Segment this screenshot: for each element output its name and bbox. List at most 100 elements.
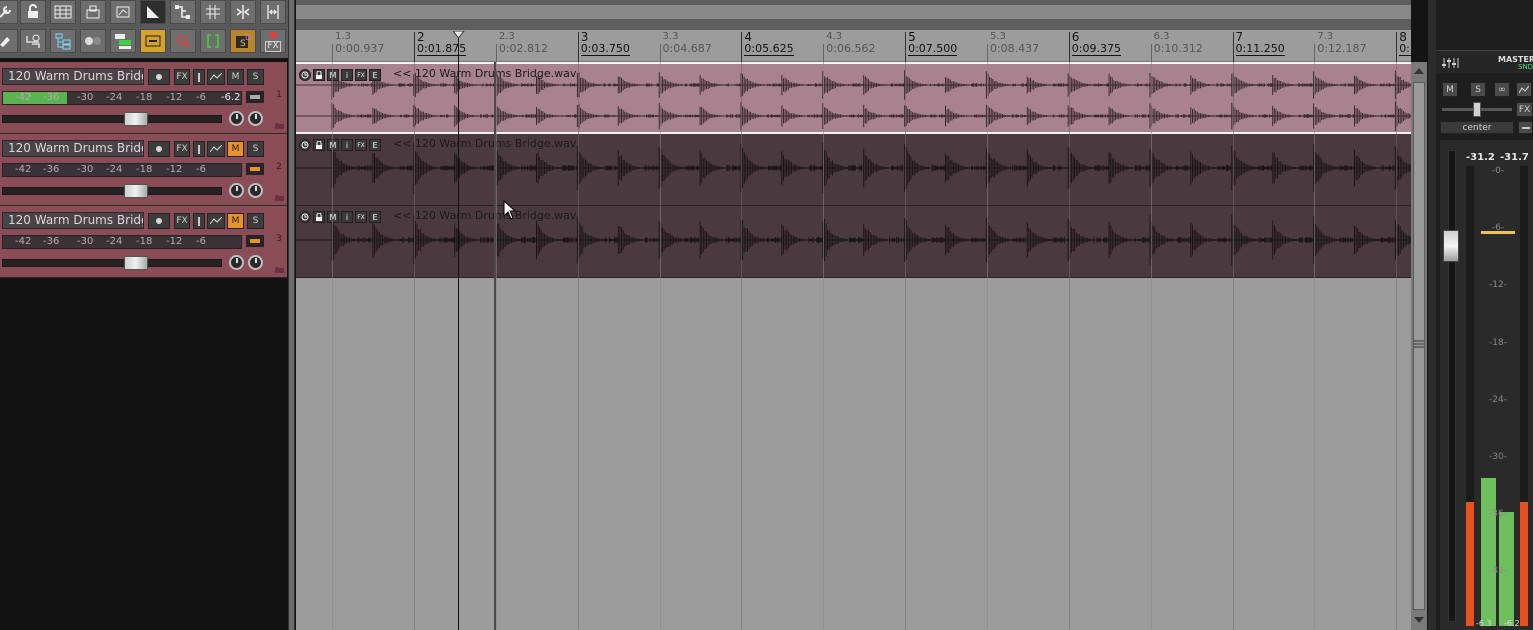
pan-knob[interactable] — [229, 111, 244, 126]
item-timebase-button[interactable] — [299, 139, 311, 151]
width-knob[interactable] — [248, 183, 263, 198]
track-name-field[interactable]: 120 Warm Drums Bridge — [2, 68, 144, 85]
snap-icon[interactable] — [170, 0, 196, 24]
item-properties-button[interactable]: i — [341, 139, 353, 151]
track-phase-button[interactable] — [193, 141, 205, 157]
pan-knob[interactable] — [229, 255, 244, 270]
record-arm-button[interactable] — [148, 69, 170, 85]
track-input-button[interactable] — [246, 235, 264, 247]
master-envelope-button[interactable] — [1516, 82, 1532, 97]
track-envelope-button[interactable] — [207, 141, 225, 157]
ripple-icon[interactable] — [140, 0, 166, 24]
pan-knob[interactable] — [229, 183, 244, 198]
item-timebase-button[interactable] — [299, 69, 311, 81]
grouping-icon[interactable] — [80, 0, 106, 24]
media-item[interactable]: M i FX E << 120 Warm Drums Bridge.wav — [296, 62, 1411, 134]
split-icon[interactable] — [230, 0, 256, 24]
track-phase-button[interactable] — [193, 213, 205, 229]
track-panel[interactable]: 120 Warm Drums Bridge FX M S -42 -36 -30 -24-… — [0, 206, 287, 278]
region-lane[interactable] — [296, 5, 1411, 19]
track-add-icon[interactable] — [110, 29, 136, 53]
ripple-edit-icon[interactable] — [140, 29, 166, 53]
width-knob[interactable] — [248, 111, 263, 126]
item-envelope-button[interactable]: E — [369, 69, 381, 81]
volume-slider-thumb[interactable] — [124, 112, 148, 126]
width-knob[interactable] — [248, 255, 263, 270]
scroll-up-icon[interactable] — [1414, 67, 1424, 75]
master-pan-display[interactable]: center — [1440, 121, 1514, 134]
track-solo-button[interactable]: S — [247, 213, 264, 229]
track-envelope-button[interactable] — [207, 213, 225, 229]
volume-slider-track[interactable] — [2, 187, 222, 195]
track-meter[interactable]: -42 -36 -30 -24 -18 -12 -6 -6.2 — [2, 91, 242, 105]
play-cursor-marker-icon[interactable] — [453, 31, 465, 39]
wrench-icon[interactable] — [0, 0, 18, 24]
item-lock-button[interactable] — [313, 211, 325, 223]
track-name-field[interactable]: 120 Warm Drums Bridge — [2, 212, 144, 229]
item-envelope-button[interactable]: E — [369, 139, 381, 151]
record-arm-button[interactable] — [148, 141, 170, 157]
track-solo-button[interactable]: S — [247, 141, 264, 157]
track-fx-button[interactable]: FX — [174, 213, 190, 229]
track-fx-button[interactable]: FX — [174, 141, 190, 157]
media-item[interactable]: M i FX E << 120 Warm Drums Bridge.wav — [296, 206, 1411, 278]
master-io-button[interactable] — [1518, 121, 1533, 134]
track-number[interactable]: 1 — [271, 90, 287, 120]
grid-icon[interactable] — [200, 0, 226, 24]
track-phase-button[interactable] — [193, 69, 205, 85]
item-fx-button[interactable]: FX — [355, 211, 367, 223]
item-lock-button[interactable] — [313, 69, 325, 81]
item-fx-button[interactable]: FX — [355, 69, 367, 81]
stretch-icon[interactable] — [260, 0, 286, 24]
routing-icon[interactable] — [50, 29, 76, 53]
volume-slider-thumb[interactable] — [124, 256, 148, 270]
bracket-icon[interactable] — [200, 29, 226, 53]
item-lock-button[interactable] — [313, 139, 325, 151]
track-mute-button[interactable]: M — [227, 213, 244, 229]
record-arm-icon[interactable] — [0, 29, 18, 53]
master-peak-right[interactable]: -31.7 — [1500, 152, 1529, 163]
track-envelope-button[interactable] — [207, 69, 225, 85]
master-mute-button[interactable]: M — [1442, 82, 1458, 97]
track-meter[interactable]: -42 -36 -30 -24 -18 -12 -6 — [2, 235, 242, 249]
record-arm-button[interactable] — [148, 213, 170, 229]
track-fx-button[interactable]: FX — [174, 69, 190, 85]
lock-open-icon[interactable] — [20, 0, 46, 24]
track-mute-button[interactable]: M — [227, 141, 244, 157]
volume-slider-thumb[interactable] — [124, 184, 148, 198]
track-panel[interactable]: 120 Warm Drums Bridge FX M S -42 -36 -30 -24-… — [0, 134, 287, 206]
track-meter[interactable]: -42 -36 -30 -24 -18 -12 -6 — [2, 163, 242, 177]
item-properties-button[interactable]: i — [341, 211, 353, 223]
grid-table-icon[interactable] — [50, 0, 76, 24]
folder-icon[interactable] — [275, 266, 284, 273]
volume-slider-track[interactable] — [2, 115, 222, 123]
track-solo-button[interactable]: S — [247, 69, 264, 85]
vertical-scrollbar[interactable] — [1411, 62, 1427, 630]
folder-icon[interactable] — [275, 122, 284, 129]
master-solo-button[interactable]: S — [1470, 82, 1486, 97]
track-number[interactable]: 2 — [271, 162, 287, 192]
zoom-icon[interactable] — [170, 29, 196, 53]
volume-slider-track[interactable] — [2, 259, 222, 267]
loop-icon[interactable] — [20, 29, 46, 53]
track-panel[interactable]: 120 Warm Drums Bridge FX M S -42 -36 -30 -24-… — [0, 62, 287, 134]
marker-icon[interactable]: SD — [230, 29, 256, 53]
master-fader-thumb[interactable] — [1443, 230, 1459, 262]
metronome-icon[interactable] — [80, 29, 106, 53]
track-input-button[interactable] — [246, 91, 264, 103]
master-width-knob[interactable] — [1473, 102, 1481, 117]
envelope-icon[interactable] — [110, 0, 136, 24]
item-fx-button[interactable]: FX — [355, 139, 367, 151]
fx-bypass-icon[interactable]: ✖ FX — [260, 29, 286, 53]
item-envelope-button[interactable]: E — [369, 211, 381, 223]
master-fx-button[interactable]: FX — [1516, 102, 1533, 117]
arrange-view[interactable]: 2 0:01.875 3 0:03.750 4 0:05.625 5 0:07.500 6 0:0… — [296, 0, 1411, 630]
master-peak-left[interactable]: -31.2 — [1466, 152, 1495, 163]
scroll-down-icon[interactable] — [1414, 616, 1424, 624]
item-properties-button[interactable]: i — [341, 69, 353, 81]
media-item[interactable]: M i FX E << 120 Warm Drums Bridge.wav — [296, 134, 1411, 206]
item-timebase-button[interactable] — [299, 211, 311, 223]
track-number[interactable]: 3 — [271, 234, 287, 264]
scroll-grip-icon[interactable] — [1414, 340, 1424, 348]
track-name-field[interactable]: 120 Warm Drums Bridge — [2, 140, 144, 157]
